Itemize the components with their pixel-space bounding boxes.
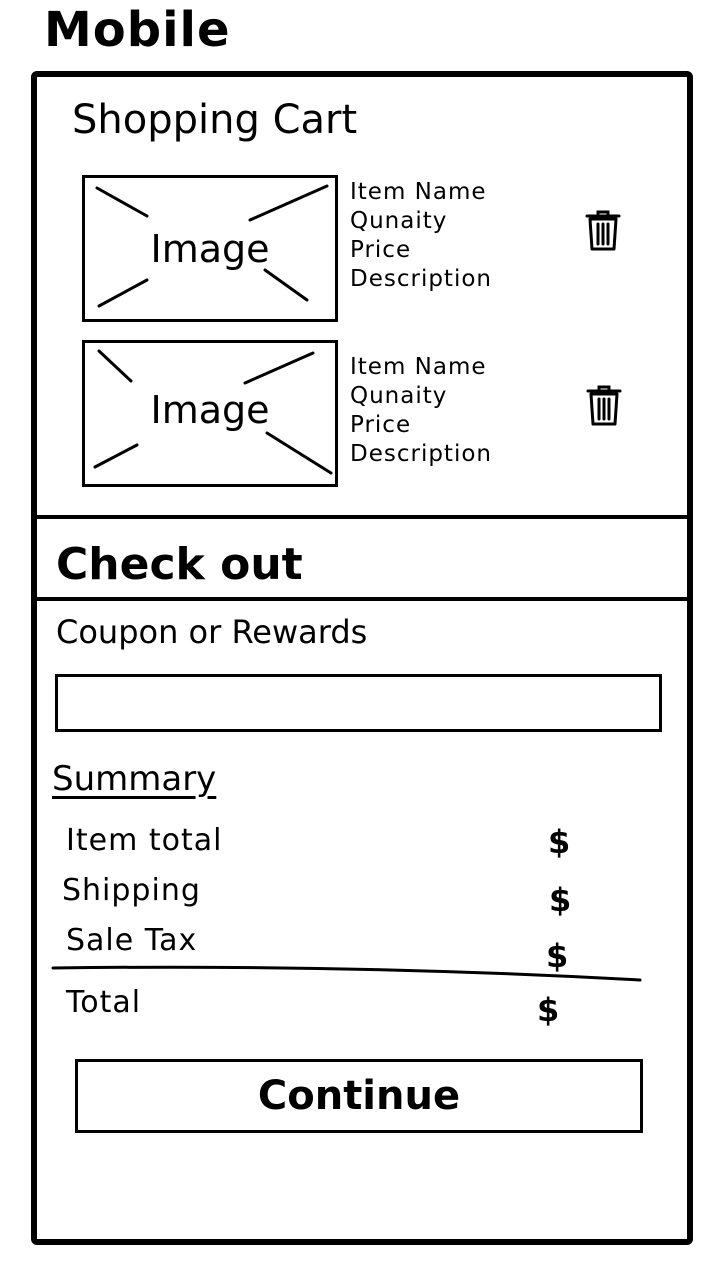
item-description: Description	[350, 441, 492, 467]
summary-title: Summary	[52, 759, 217, 799]
item-price: Price	[350, 412, 412, 438]
trash-icon[interactable]	[584, 385, 624, 427]
cart-title: Shopping Cart	[72, 97, 358, 143]
item-quantity: Qunaity	[350, 383, 448, 409]
checkout-title: Check out	[56, 539, 303, 590]
device-label: Mobile	[44, 2, 231, 58]
item-name: Item Name	[350, 179, 487, 205]
coupon-label: Coupon or Rewards	[56, 613, 368, 651]
item-quantity: Qunaity	[350, 208, 448, 234]
total-label: Total	[66, 985, 142, 1020]
coupon-input[interactable]	[55, 674, 662, 732]
section-divider	[37, 597, 687, 601]
shipping-value: $	[549, 881, 572, 919]
item-image-label: Image	[150, 227, 270, 271]
item-name: Item Name	[350, 354, 487, 380]
item-image-placeholder: Image	[82, 340, 338, 487]
item-total-label: Item total	[66, 823, 223, 858]
item-price: Price	[350, 237, 412, 263]
item-image-label: Image	[150, 388, 270, 432]
sale-tax-label: Sale Tax	[66, 923, 198, 958]
item-description: Description	[350, 266, 492, 292]
total-value: $	[537, 991, 560, 1029]
item-total-value: $	[548, 823, 571, 861]
shipping-label: Shipping	[62, 873, 201, 908]
item-details: Item Name Qunaity Price Description	[350, 178, 492, 294]
item-image-placeholder: Image	[82, 175, 338, 322]
item-details: Item Name Qunaity Price Description	[350, 353, 492, 469]
section-divider	[37, 515, 687, 519]
summary-divider	[51, 965, 642, 982]
trash-icon[interactable]	[583, 210, 623, 252]
continue-button[interactable]: Continue	[75, 1059, 643, 1133]
